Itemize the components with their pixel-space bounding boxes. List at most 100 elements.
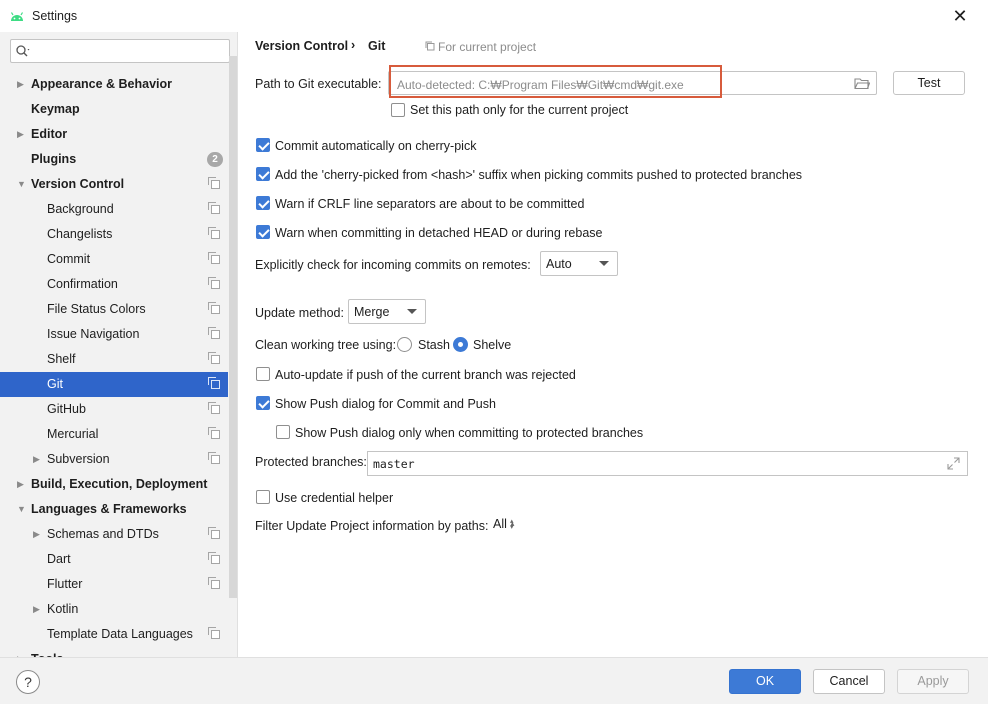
sidebar-item-editor[interactable]: ▶ Editor xyxy=(0,122,228,147)
update-method-label: Update method: xyxy=(255,306,344,320)
incoming-commits-select[interactable]: Auto xyxy=(540,251,618,276)
collapsed-arrow-icon[interactable]: ▶ xyxy=(33,522,43,547)
sidebar-item-background[interactable]: Background xyxy=(0,197,228,222)
sidebar-item-appearance-behavior[interactable]: ▶ Appearance & Behavior xyxy=(0,72,228,97)
sidebar-item-label: File Status Colors xyxy=(47,302,146,316)
auto-update-checkbox[interactable] xyxy=(256,367,270,381)
project-scope-icon xyxy=(425,40,435,51)
sidebar-item-label: Languages & Frameworks xyxy=(31,502,187,516)
sidebar-item-label: Commit xyxy=(47,252,91,266)
update-method-select[interactable]: Merge xyxy=(348,299,426,324)
path-only-project-checkbox[interactable] xyxy=(391,103,405,117)
sidebar-item-kotlin[interactable]: ▶ Kotlin xyxy=(0,597,228,622)
ok-button[interactable]: OK xyxy=(729,669,801,694)
sidebar-item-confirmation[interactable]: Confirmation xyxy=(0,272,228,297)
shelve-label: Shelve xyxy=(473,338,512,352)
collapsed-arrow-icon[interactable]: ▶ xyxy=(33,447,43,472)
sidebar-item-build-execution-deployment[interactable]: ▶ Build, Execution, Deployment xyxy=(0,472,228,497)
folder-icon[interactable] xyxy=(854,77,870,90)
dialog-footer: ? OK Cancel Apply xyxy=(0,657,988,704)
chevron-down-icon xyxy=(599,261,609,266)
spinner-icon: ▴ ▾ xyxy=(510,518,514,531)
project-scope-icon xyxy=(208,327,220,339)
sidebar-item-label: Schemas and DTDs xyxy=(47,527,159,541)
sidebar-item-github[interactable]: GitHub xyxy=(0,397,228,422)
test-button[interactable]: Test xyxy=(893,71,965,95)
sidebar-item-issue-navigation[interactable]: Issue Navigation xyxy=(0,322,228,347)
expand-icon[interactable] xyxy=(947,457,960,470)
filter-paths-select[interactable]: All ▴ ▴ ▾ xyxy=(493,517,523,535)
sidebar-item-schemas-and-dtds[interactable]: ▶ Schemas and DTDs xyxy=(0,522,228,547)
cancel-button[interactable]: Cancel xyxy=(813,669,885,694)
sidebar-scrollbar[interactable] xyxy=(229,56,237,598)
incoming-commits-label: Explicitly check for incoming commits on… xyxy=(255,258,531,272)
update-method-value: Merge xyxy=(354,305,390,319)
shelve-radio[interactable] xyxy=(453,337,468,352)
chevron-down-icon xyxy=(407,309,417,314)
sidebar-item-label: Dart xyxy=(47,552,71,566)
path-only-project-label: Set this path only for the current proje… xyxy=(410,103,629,117)
sidebar-item-subversion[interactable]: ▶ Subversion xyxy=(0,447,228,472)
sidebar-item-keymap[interactable]: Keymap xyxy=(0,97,228,122)
collapsed-arrow-icon[interactable]: ▶ xyxy=(17,122,27,147)
show-push-protected-checkbox[interactable] xyxy=(276,425,290,439)
sidebar-item-label: Confirmation xyxy=(47,277,118,291)
sidebar-item-version-control[interactable]: ▼ Version Control xyxy=(0,172,228,197)
protected-branches-field[interactable]: master xyxy=(367,451,968,476)
sidebar-item-dart[interactable]: Dart xyxy=(0,547,228,572)
collapsed-arrow-icon[interactable]: ▶ xyxy=(33,597,43,622)
cherry-pick-suffix-checkbox[interactable] xyxy=(256,167,270,181)
sidebar-item-label: Background xyxy=(47,202,114,216)
apply-button[interactable]: Apply xyxy=(897,669,969,694)
project-scope-icon xyxy=(208,627,220,639)
sidebar-item-mercurial[interactable]: Mercurial xyxy=(0,422,228,447)
collapsed-arrow-icon[interactable]: ▶ xyxy=(17,647,27,657)
stash-radio[interactable] xyxy=(397,337,412,352)
sidebar-item-flutter[interactable]: Flutter xyxy=(0,572,228,597)
expanded-arrow-icon[interactable]: ▼ xyxy=(17,172,27,197)
search-input[interactable] xyxy=(35,42,225,60)
collapsed-arrow-icon[interactable]: ▶ xyxy=(17,472,27,497)
sidebar-item-shelf[interactable]: Shelf xyxy=(0,347,228,372)
credential-helper-checkbox[interactable] xyxy=(256,490,270,504)
help-button[interactable]: ? xyxy=(16,670,40,694)
collapsed-arrow-icon[interactable]: ▶ xyxy=(17,72,27,97)
project-scope-icon xyxy=(208,227,220,239)
sidebar-item-git[interactable]: Git xyxy=(0,372,228,397)
sidebar-item-changelists[interactable]: Changelists xyxy=(0,222,228,247)
sidebar-item-tools[interactable]: ▶ Tools xyxy=(0,647,228,657)
sidebar-item-label: Flutter xyxy=(47,577,83,591)
project-scope-icon xyxy=(208,527,220,539)
sidebar-item-label: Changelists xyxy=(47,227,113,241)
warn-crlf-checkbox[interactable] xyxy=(256,196,270,210)
sidebar-item-languages-frameworks[interactable]: ▼ Languages & Frameworks xyxy=(0,497,228,522)
help-icon: ? xyxy=(24,674,32,690)
sidebar-item-commit[interactable]: Commit xyxy=(0,247,228,272)
close-icon: ✕ xyxy=(952,6,968,26)
clean-tree-label: Clean working tree using: xyxy=(255,338,397,352)
project-scope-icon xyxy=(208,302,220,314)
project-scope-icon xyxy=(208,552,220,564)
sidebar-item-file-status-colors[interactable]: File Status Colors xyxy=(0,297,228,322)
updates-badge: 2 xyxy=(207,152,223,167)
close-button[interactable]: ✕ xyxy=(946,3,974,29)
show-push-checkbox[interactable] xyxy=(256,396,270,410)
sidebar-item-plugins[interactable]: Plugins 2 xyxy=(0,147,228,172)
project-scope-icon xyxy=(208,577,220,589)
sidebar-item-label: Mercurial xyxy=(47,427,99,441)
project-scope-icon xyxy=(208,427,220,439)
show-push-label: Show Push dialog for Commit and Push xyxy=(275,397,496,411)
project-scope-icon xyxy=(208,202,220,214)
credential-helper-label: Use credential helper xyxy=(275,491,394,505)
breadcrumb-parent[interactable]: Version Control xyxy=(255,39,348,53)
project-scope-icon xyxy=(208,277,220,289)
breadcrumb-current: Git xyxy=(368,39,386,53)
settings-search[interactable] xyxy=(10,39,230,63)
sidebar-item-template-data-languages[interactable]: Template Data Languages xyxy=(0,622,228,647)
warn-detached-checkbox[interactable] xyxy=(256,225,270,239)
protected-branches-label: Protected branches: xyxy=(255,455,367,469)
warn-detached-label: Warn when committing in detached HEAD or… xyxy=(275,226,603,240)
expanded-arrow-icon[interactable]: ▼ xyxy=(17,497,27,522)
commit-cherry-pick-checkbox[interactable] xyxy=(256,138,270,152)
window-title: Settings xyxy=(32,9,78,23)
